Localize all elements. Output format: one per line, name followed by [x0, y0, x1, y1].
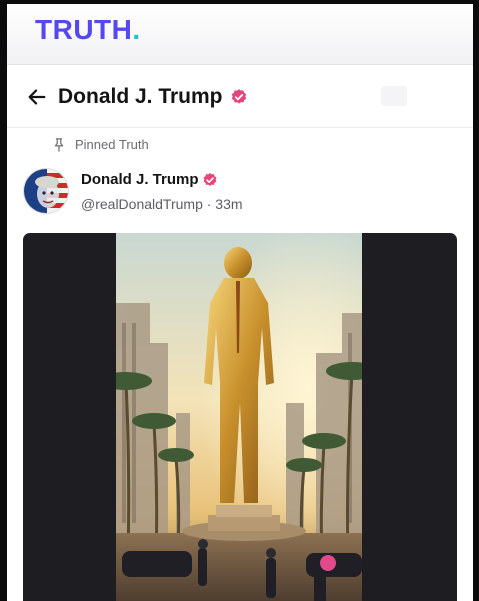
pin-icon [54, 137, 64, 152]
top-brand-bar: TRUTH. [7, 4, 473, 65]
page-title: Donald J. Trump [58, 85, 223, 108]
author-avatar[interactable] [23, 168, 69, 214]
author-handle-time[interactable]: @realDonaldTrump · 33m [81, 196, 243, 212]
verified-badge-icon [231, 89, 247, 104]
pinned-label: Pinned Truth [75, 136, 149, 152]
verified-badge-icon [203, 173, 217, 186]
truth-logo[interactable]: TRUTH. [35, 14, 141, 46]
back-button[interactable] [24, 84, 50, 110]
arrow-left-icon [28, 89, 46, 105]
app-window: TRUTH. Donald J. Trump Pinned Truth Dona… [7, 4, 473, 601]
video-thumbnail [116, 233, 362, 601]
post-video[interactable] [23, 233, 457, 601]
pinned-indicator: Pinned Truth [53, 134, 149, 154]
author-name[interactable]: Donald J. Trump [81, 171, 199, 188]
header-action-button[interactable] [381, 86, 407, 106]
profile-header: Donald J. Trump [7, 66, 473, 128]
